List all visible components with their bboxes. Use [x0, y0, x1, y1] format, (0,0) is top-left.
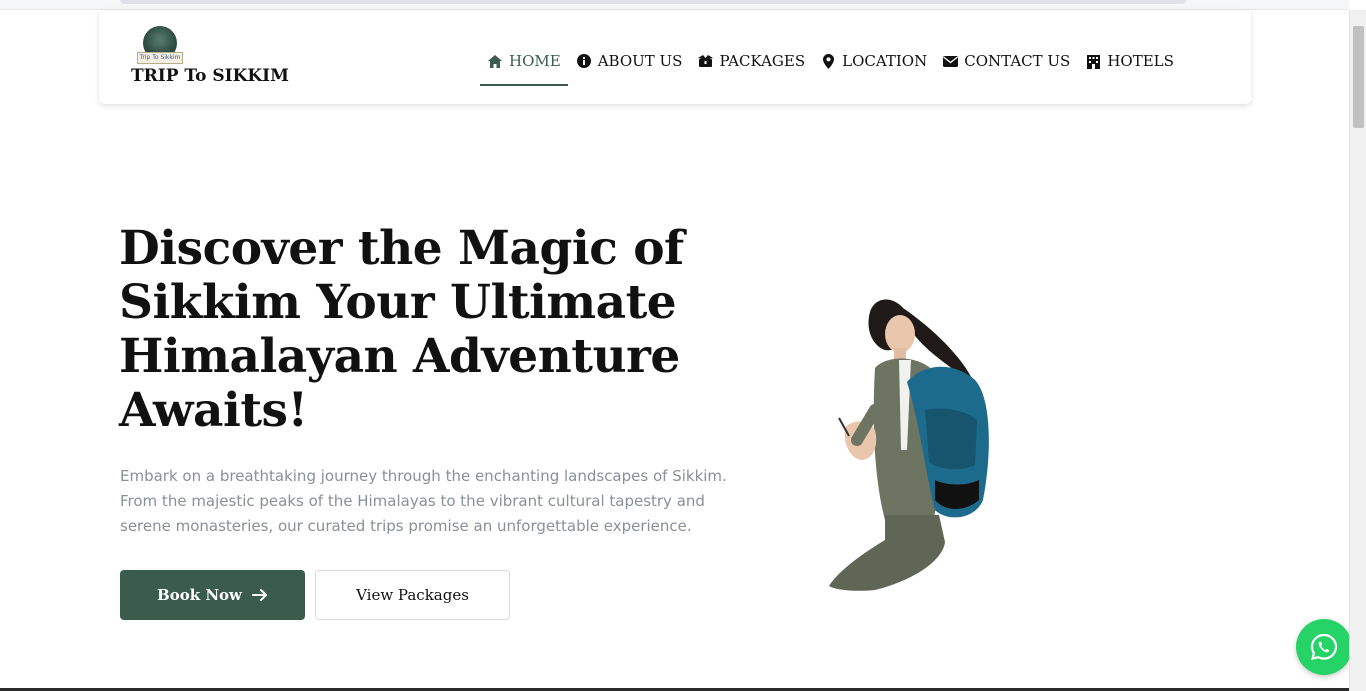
logo-banner: Trip To Sikkim: [137, 52, 183, 64]
arrow-right-icon: [251, 588, 268, 602]
nav-label-about: ABOUT US: [597, 52, 683, 70]
nav-item-hotels[interactable]: HOTELS: [1078, 46, 1181, 76]
brand-name[interactable]: TRIP To SIKKIM: [131, 66, 289, 86]
site-header: Trip To Sikkim TRIP To SIKKIM HOME ABOUT…: [99, 10, 1251, 104]
hero-traveler-image: [815, 290, 1015, 595]
info-icon: [576, 53, 592, 69]
envelope-icon: [942, 53, 958, 69]
nav-item-about[interactable]: ABOUT US: [569, 46, 690, 76]
nav-label-hotels: HOTELS: [1107, 52, 1174, 70]
hotel-icon: [1085, 53, 1101, 69]
hero-title: Discover the Magic of Sikkim Your Ultima…: [119, 221, 684, 438]
nav-item-location[interactable]: LOCATION: [813, 46, 934, 76]
nav-item-home[interactable]: HOME: [480, 46, 568, 86]
nav-label-location: LOCATION: [842, 52, 928, 70]
book-now-button[interactable]: Book Now: [120, 570, 305, 620]
whatsapp-icon: [1310, 633, 1338, 661]
map-pin-icon: [820, 53, 836, 69]
box-icon: [697, 53, 713, 69]
top-strip-bar: [120, 0, 1186, 4]
nav-item-contact[interactable]: CONTACT US: [935, 46, 1077, 76]
nav-item-packages[interactable]: PACKAGES: [690, 46, 812, 76]
whatsapp-chat-button[interactable]: [1296, 619, 1352, 675]
view-packages-label: View Packages: [356, 586, 469, 604]
book-now-label: Book Now: [157, 586, 242, 604]
main-nav: HOME ABOUT US PACKAGES LOCATION CONTACT …: [480, 46, 1182, 86]
vertical-scrollbar[interactable]: [1349, 10, 1366, 691]
home-icon: [487, 53, 503, 69]
nav-label-contact: CONTACT US: [964, 52, 1071, 70]
nav-label-packages: PACKAGES: [719, 52, 806, 70]
browser-top-strip: [0, 0, 1349, 10]
scrollbar-thumb[interactable]: [1353, 26, 1364, 128]
hero-description: Embark on a breathtaking journey through…: [120, 467, 727, 535]
nav-label-home: HOME: [509, 52, 561, 70]
view-packages-button[interactable]: View Packages: [315, 570, 510, 620]
